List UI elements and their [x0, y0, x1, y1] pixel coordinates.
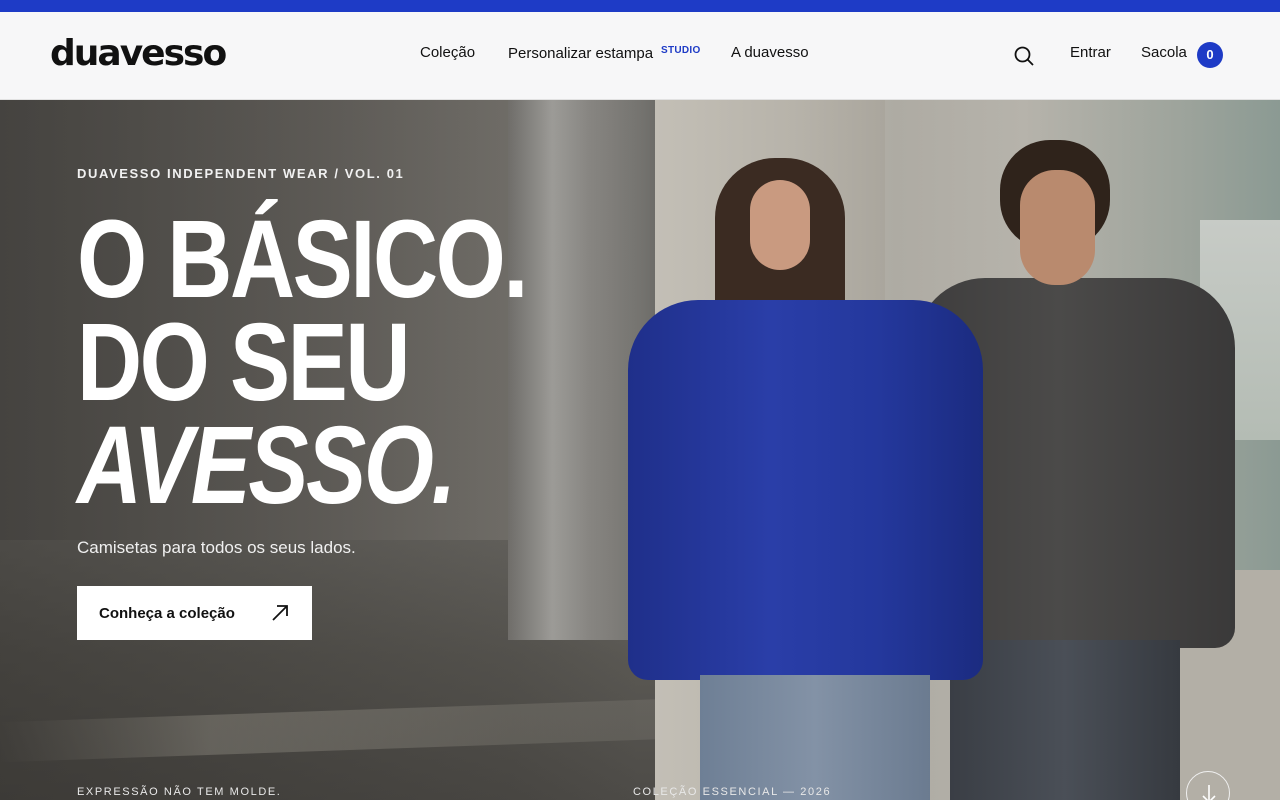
headline-line-3: AVESSO. — [77, 404, 457, 527]
hero-headline: O BÁSICO. DO SEU AVESSO. — [77, 198, 528, 527]
shop-collection-button[interactable]: Conheça a coleção — [77, 586, 312, 640]
cta-label: Conheça a coleção — [99, 604, 235, 622]
arrow-down-icon — [1202, 785, 1216, 800]
model-woman-jeans — [700, 675, 930, 800]
login-link[interactable]: Entrar — [1070, 44, 1111, 61]
nav-personalizar-estampa[interactable]: Personalizar estampa — [508, 45, 653, 62]
cart-count-badge[interactable]: 0 — [1197, 42, 1223, 68]
brand-logo[interactable]: duavesso — [50, 32, 227, 76]
hero-tagline: EXPRESSÃO NÃO TEM MOLDE. — [77, 786, 282, 798]
nav-a-duavesso[interactable]: A duavesso — [731, 44, 809, 61]
model-woman-shirt — [628, 300, 983, 680]
site-header: duavesso Coleção Personalizar estampa ST… — [0, 12, 1280, 100]
cart-link[interactable]: Sacola — [1141, 44, 1187, 61]
search-icon[interactable] — [1012, 44, 1036, 68]
hero-banner: DUAVESSO INDEPENDENT WEAR / VOL. 01 O BÁ… — [0, 100, 1280, 800]
headline-line-2: DO SEU — [77, 301, 411, 424]
model-man-jeans — [950, 640, 1180, 800]
model-woman-face — [750, 180, 810, 270]
hero-collection-label: COLEÇÃO ESSENCIAL — 2026 — [633, 786, 832, 798]
studio-badge: STUDIO — [661, 45, 701, 56]
model-man-face — [1020, 170, 1095, 285]
top-accent-bar — [0, 0, 1280, 12]
headline-line-1: O BÁSICO. — [77, 198, 528, 321]
arrow-up-right-icon — [272, 605, 288, 621]
hero-subtitle: Camisetas para todos os seus lados. — [77, 538, 356, 557]
hero-eyebrow: DUAVESSO INDEPENDENT WEAR / VOL. 01 — [77, 166, 405, 181]
nav-colecao[interactable]: Coleção — [420, 44, 475, 61]
